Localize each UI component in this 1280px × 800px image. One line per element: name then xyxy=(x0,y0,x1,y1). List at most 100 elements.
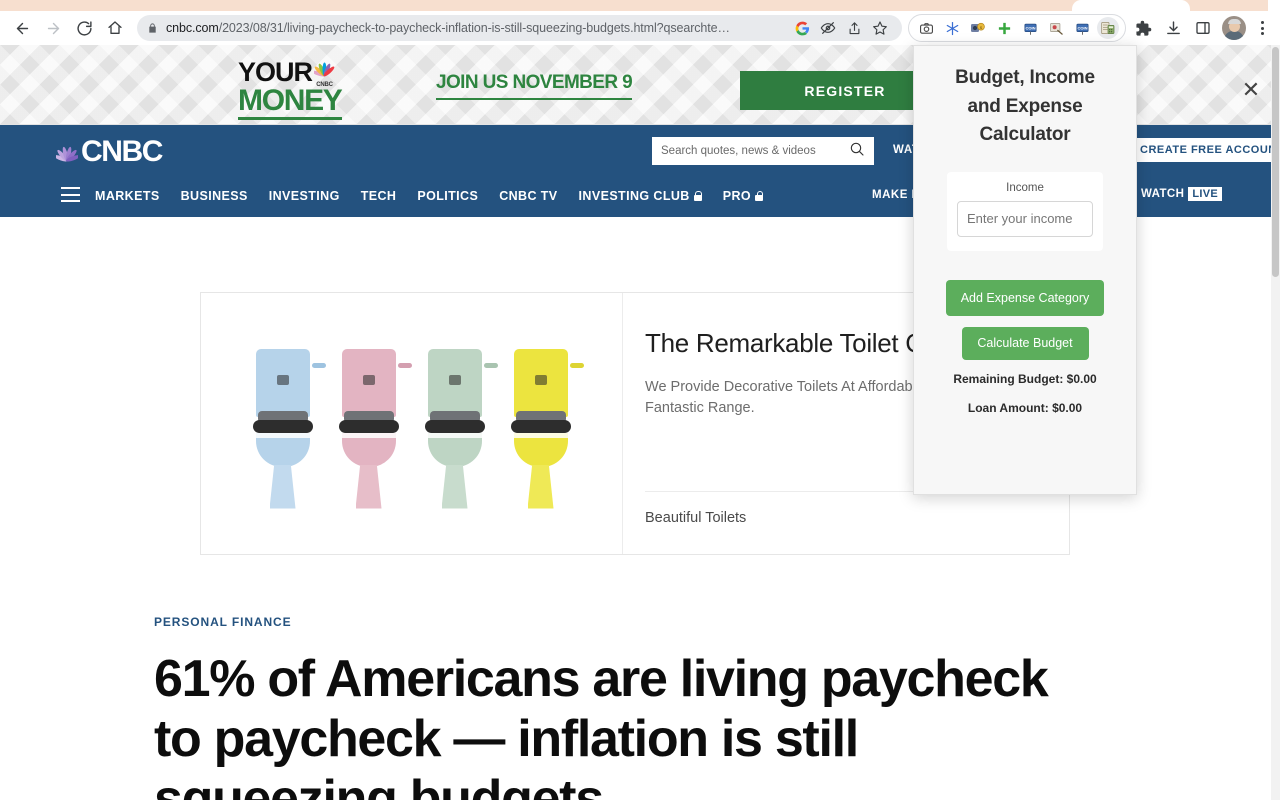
browser-toolbar: cnbc.com/2023/08/31/living-paycheck-to-p… xyxy=(0,11,1280,45)
coin-sign-extension-icon[interactable]: COIN xyxy=(1019,17,1041,39)
snowflake-extension-icon[interactable] xyxy=(941,17,963,39)
forward-arrow-icon xyxy=(47,22,59,34)
browser-tab-active[interactable] xyxy=(1072,0,1190,11)
ad-footer: Beautiful Toilets xyxy=(645,491,1069,554)
your-money-money-text: MONEY xyxy=(238,86,343,120)
calculate-budget-button[interactable]: Calculate Budget xyxy=(961,326,1089,360)
nav-label: MARKETS xyxy=(95,189,160,203)
lock-icon xyxy=(755,191,764,201)
nav-item-investing-club[interactable]: INVESTING CLUB xyxy=(578,189,703,203)
your-money-logo[interactable]: YOUR CNBC MONEY xyxy=(238,59,368,120)
share-button[interactable] xyxy=(842,16,866,40)
home-icon xyxy=(108,21,122,34)
tab-strip xyxy=(0,0,1280,11)
your-money-your-text: YOUR xyxy=(238,57,313,87)
eye-slash-icon xyxy=(820,22,836,34)
nav-item-markets[interactable]: MARKETS xyxy=(95,189,160,203)
lock-icon xyxy=(693,191,703,201)
nav-label: BUSINESS xyxy=(180,189,248,203)
nav-label: INVESTING CLUB xyxy=(578,189,690,203)
downloads-button[interactable] xyxy=(1159,14,1187,42)
share-icon xyxy=(849,21,859,34)
loan-amount-text: Loan Amount: $0.00 xyxy=(967,400,1083,415)
browser-chrome: cnbc.com/2023/08/31/living-paycheck-to-p… xyxy=(0,0,1280,45)
income-label: Income xyxy=(1006,181,1044,194)
avatar-body xyxy=(1224,31,1244,40)
page-scrollbar[interactable] xyxy=(1271,45,1280,800)
side-panel-button[interactable] xyxy=(1189,14,1217,42)
nav-item-pro[interactable]: PRO xyxy=(722,189,764,203)
browser-tab-right-edge xyxy=(1268,0,1280,11)
extensions-button[interactable] xyxy=(1129,14,1157,42)
peacock-icon xyxy=(312,62,335,77)
page-scrollbar-thumb[interactable] xyxy=(1272,47,1279,277)
toilet-product-yellow xyxy=(506,348,584,509)
toilet-product-pink xyxy=(334,348,412,509)
hamburger-menu-icon[interactable] xyxy=(61,187,80,202)
banner-close-icon[interactable]: ✕ xyxy=(1239,78,1263,102)
address-bar[interactable]: cnbc.com/2023/08/31/living-paycheck-to-p… xyxy=(137,15,902,41)
nav-item-business[interactable]: BUSINESS xyxy=(181,189,248,203)
toilet-product-green xyxy=(420,348,498,509)
nav-label: INVESTING xyxy=(268,189,340,203)
toilet-product-blue xyxy=(248,348,326,509)
puzzle-piece-icon xyxy=(1135,20,1151,36)
coin-sign-2-extension-icon[interactable]: COIN xyxy=(1071,17,1093,39)
search-icon[interactable] xyxy=(849,141,865,162)
url-text: cnbc.com/2023/08/31/living-paycheck-to-p… xyxy=(166,21,730,35)
extension-icons-group: $ COIN COIN xyxy=(908,14,1126,42)
search-input[interactable] xyxy=(661,145,849,157)
back-button[interactable] xyxy=(8,14,36,42)
google-lens-icon xyxy=(795,21,809,35)
green-plus-extension-icon[interactable] xyxy=(993,17,1015,39)
three-dot-menu-icon[interactable] xyxy=(1250,14,1274,42)
cnbc-wordmark: CNBC xyxy=(81,135,163,168)
coin-counter-extension-icon[interactable]: $ xyxy=(967,17,989,39)
lock-icon xyxy=(147,22,158,34)
reload-icon xyxy=(76,20,92,36)
popup-title: Budget, Income and Expense Calculator xyxy=(955,67,1095,145)
article-container: PERSONAL FINANCE 61% of Americans are li… xyxy=(154,615,1054,800)
budget-calculator-popup: Budget, Income and Expense Calculator In… xyxy=(913,45,1137,495)
join-us-link[interactable]: JOIN US NOVEMBER 9 xyxy=(436,72,633,100)
budget-calculator-extension-icon[interactable] xyxy=(1097,17,1119,39)
article-headline: 61% of Americans are living paycheck to … xyxy=(154,650,1049,800)
ad-image xyxy=(201,293,624,554)
profile-avatar[interactable] xyxy=(1222,16,1246,40)
remaining-budget-text: Remaining Budget: $0.00 xyxy=(953,371,1097,386)
svg-text:COIN: COIN xyxy=(1025,25,1035,30)
stamp-extension-icon[interactable] xyxy=(1045,17,1067,39)
home-button[interactable] xyxy=(101,14,129,42)
primary-nav: MARKETS BUSINESS INVESTING TECH POLITICS… xyxy=(95,175,764,217)
download-icon xyxy=(1166,20,1180,34)
peacock-icon xyxy=(53,143,81,162)
watch-live-button[interactable]: WATCH LIVE xyxy=(1128,187,1222,201)
star-icon xyxy=(873,21,887,35)
nav-item-politics[interactable]: POLITICS xyxy=(417,189,478,203)
avatar-hair xyxy=(1227,19,1241,24)
reload-button[interactable] xyxy=(70,14,98,42)
create-free-account-button[interactable]: CREATE FREE ACCOUNT xyxy=(1131,138,1280,162)
live-badge: LIVE xyxy=(1188,187,1222,201)
google-lens-button[interactable] xyxy=(790,16,814,40)
forward-button[interactable] xyxy=(39,14,67,42)
ad-link[interactable]: Beautiful Toilets xyxy=(645,510,746,526)
nav-label: PRO xyxy=(722,189,752,203)
nav-item-tech[interactable]: TECH xyxy=(361,189,397,203)
nav-label: POLITICS xyxy=(417,189,479,203)
tracking-protection-button[interactable] xyxy=(816,16,840,40)
nav-item-investing[interactable]: INVESTING xyxy=(269,189,340,203)
site-search-box[interactable] xyxy=(652,137,874,165)
watch-label: WATCH xyxy=(1141,188,1185,200)
income-input[interactable] xyxy=(957,200,1093,237)
back-arrow-icon xyxy=(16,22,28,34)
bookmark-button[interactable] xyxy=(868,16,892,40)
article-kicker[interactable]: PERSONAL FINANCE xyxy=(154,615,1054,629)
svg-text:COIN: COIN xyxy=(1077,25,1087,30)
camera-extension-icon[interactable] xyxy=(915,17,937,39)
add-expense-category-button[interactable]: Add Expense Category xyxy=(946,279,1104,316)
nav-item-cnbc-tv[interactable]: CNBC TV xyxy=(499,189,557,203)
cnbc-logo[interactable]: CNBC xyxy=(53,135,163,168)
income-card: Income xyxy=(947,171,1103,251)
side-panel-icon xyxy=(1196,22,1210,34)
